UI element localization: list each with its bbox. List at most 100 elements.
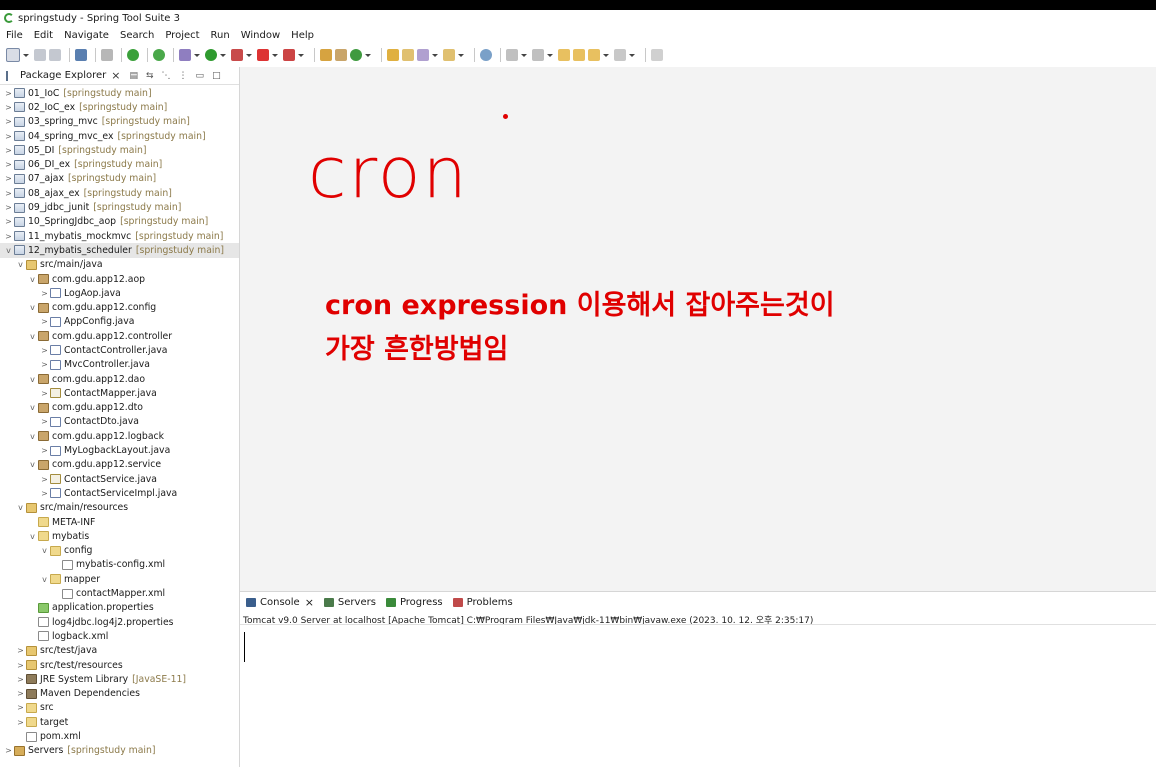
skip-breakpoints-icon[interactable] (101, 49, 113, 61)
tree-item[interactable]: contactMapper.xml (0, 586, 239, 600)
close-icon[interactable]: × (305, 596, 314, 609)
tree-item[interactable]: > src/test/java (0, 644, 239, 658)
stop-server-icon[interactable] (257, 49, 269, 61)
new-class-dropdown-icon[interactable] (365, 53, 371, 57)
chevron-down-icon[interactable]: v (40, 546, 49, 555)
chevron-right-icon[interactable]: > (4, 103, 13, 112)
tree-item[interactable]: >10_SpringJdbc_aop [springstudy main] (0, 215, 239, 229)
new-icon[interactable] (6, 48, 20, 62)
previous-annotation-icon[interactable] (532, 49, 544, 61)
new-class-icon[interactable] (350, 49, 362, 61)
maximize-icon[interactable]: □ (212, 71, 221, 81)
chevron-right-icon[interactable]: > (4, 146, 13, 155)
chevron-down-icon[interactable]: v (28, 432, 37, 441)
tree-item[interactable]: >06_DI_ex [springstudy main] (0, 157, 239, 171)
run-dropdown-icon[interactable] (220, 53, 226, 57)
web-browser-icon[interactable] (480, 49, 492, 61)
chevron-down-icon[interactable]: v (16, 503, 25, 512)
chevron-right-icon[interactable]: > (4, 160, 13, 169)
chevron-right-icon[interactable]: > (16, 661, 25, 670)
tree-item[interactable]: META-INF (0, 515, 239, 529)
tree-item[interactable]: > LogAop.java (0, 286, 239, 300)
chevron-right-icon[interactable]: > (40, 475, 49, 484)
debug-dropdown-icon[interactable] (194, 53, 200, 57)
chevron-down-icon[interactable]: v (4, 246, 13, 255)
tree-item[interactable]: v src/main/java (0, 258, 239, 272)
tree-item[interactable]: v com.gdu.app12.dao (0, 372, 239, 386)
chevron-right-icon[interactable]: > (40, 389, 49, 398)
chevron-right-icon[interactable]: > (40, 289, 49, 298)
chevron-down-icon[interactable]: v (28, 403, 37, 412)
tree-item[interactable]: > ContactDto.java (0, 415, 239, 429)
deploy-dropdown-icon[interactable] (298, 53, 304, 57)
tree-item[interactable]: v config (0, 544, 239, 558)
tab-console[interactable]: Console × (246, 596, 314, 609)
chevron-right-icon[interactable]: > (16, 675, 25, 684)
menu-edit[interactable]: Edit (28, 30, 58, 41)
chevron-down-icon[interactable]: v (16, 260, 25, 269)
menu-run[interactable]: Run (205, 30, 235, 41)
search-icon[interactable] (417, 49, 429, 61)
next-annotation-icon[interactable] (506, 49, 518, 61)
open-task-icon[interactable] (402, 49, 414, 61)
back-icon[interactable] (588, 49, 600, 61)
tab-progress[interactable]: Progress (385, 597, 443, 608)
tree-item[interactable]: mybatis-config.xml (0, 558, 239, 572)
tree-item[interactable]: logback.xml (0, 629, 239, 643)
chevron-down-icon[interactable]: v (28, 532, 37, 541)
menu-navigate[interactable]: Navigate (58, 30, 114, 41)
tree-item[interactable]: > AppConfig.java (0, 315, 239, 329)
tree-item[interactable]: >07_ajax [springstudy main] (0, 172, 239, 186)
tree-item[interactable]: >02_IoC_ex [springstudy main] (0, 100, 239, 114)
tree-item[interactable]: > src (0, 701, 239, 715)
chevron-right-icon[interactable]: > (40, 317, 49, 326)
boot-dashboard-icon[interactable] (127, 49, 139, 61)
minimize-icon[interactable]: ▭ (196, 71, 205, 81)
console-text-cursor[interactable] (244, 632, 245, 662)
deploy-icon[interactable] (283, 49, 295, 61)
stop-dropdown-icon[interactable] (272, 53, 278, 57)
tree-item[interactable]: > Servers [springstudy main] (0, 744, 239, 758)
chevron-down-icon[interactable]: v (40, 575, 49, 584)
tree-item[interactable]: v mapper (0, 572, 239, 586)
tree-item[interactable]: >11_mybatis_mockmvc [springstudy main] (0, 229, 239, 243)
chevron-right-icon[interactable]: > (4, 203, 13, 212)
tree-item[interactable]: v 12_mybatis_scheduler [springstudy main] (0, 243, 239, 258)
open-type-icon[interactable] (387, 49, 399, 61)
search-dropdown-icon[interactable] (432, 53, 438, 57)
tree-item[interactable]: > MvcController.java (0, 358, 239, 372)
chevron-right-icon[interactable]: > (16, 703, 25, 712)
new-java-project-icon[interactable] (320, 49, 332, 61)
chevron-right-icon[interactable]: > (4, 189, 13, 198)
open-folder-icon[interactable] (443, 49, 455, 61)
tree-item[interactable]: > ContactServiceImpl.java (0, 486, 239, 500)
external-tools-icon[interactable] (231, 49, 243, 61)
tree-item[interactable]: > MyLogbackLayout.java (0, 443, 239, 457)
save-icon[interactable] (34, 49, 46, 61)
back-dropdown-icon[interactable] (603, 53, 609, 57)
menu-search[interactable]: Search (114, 30, 159, 41)
new-dropdown-icon[interactable] (23, 53, 29, 57)
chevron-down-icon[interactable]: v (28, 375, 37, 384)
tree-item[interactable]: > target (0, 715, 239, 729)
menu-project[interactable]: Project (159, 30, 204, 41)
open-perspective-icon[interactable] (651, 49, 663, 61)
chevron-right-icon[interactable]: > (40, 446, 49, 455)
chevron-right-icon[interactable]: > (40, 489, 49, 498)
tree-item[interactable]: > ContactController.java (0, 343, 239, 357)
tree-item[interactable]: > src/test/resources (0, 658, 239, 672)
forward-dropdown-icon[interactable] (629, 53, 635, 57)
spring-icon[interactable] (153, 49, 165, 61)
external-tools-dropdown-icon[interactable] (246, 53, 252, 57)
chevron-right-icon[interactable]: > (40, 417, 49, 426)
chevron-down-icon[interactable]: v (28, 460, 37, 469)
chevron-right-icon[interactable]: > (16, 689, 25, 698)
tree-item[interactable]: v com.gdu.app12.logback (0, 429, 239, 443)
tree-item[interactable]: v com.gdu.app12.service (0, 458, 239, 472)
tab-problems[interactable]: Problems (452, 597, 513, 608)
last-edit-location-icon[interactable] (558, 49, 570, 61)
chevron-right-icon[interactable]: > (4, 232, 13, 241)
tree-item[interactable]: >05_DI [springstudy main] (0, 143, 239, 157)
tree-item[interactable]: > ContactService.java (0, 472, 239, 486)
menu-window[interactable]: Window (235, 30, 285, 41)
